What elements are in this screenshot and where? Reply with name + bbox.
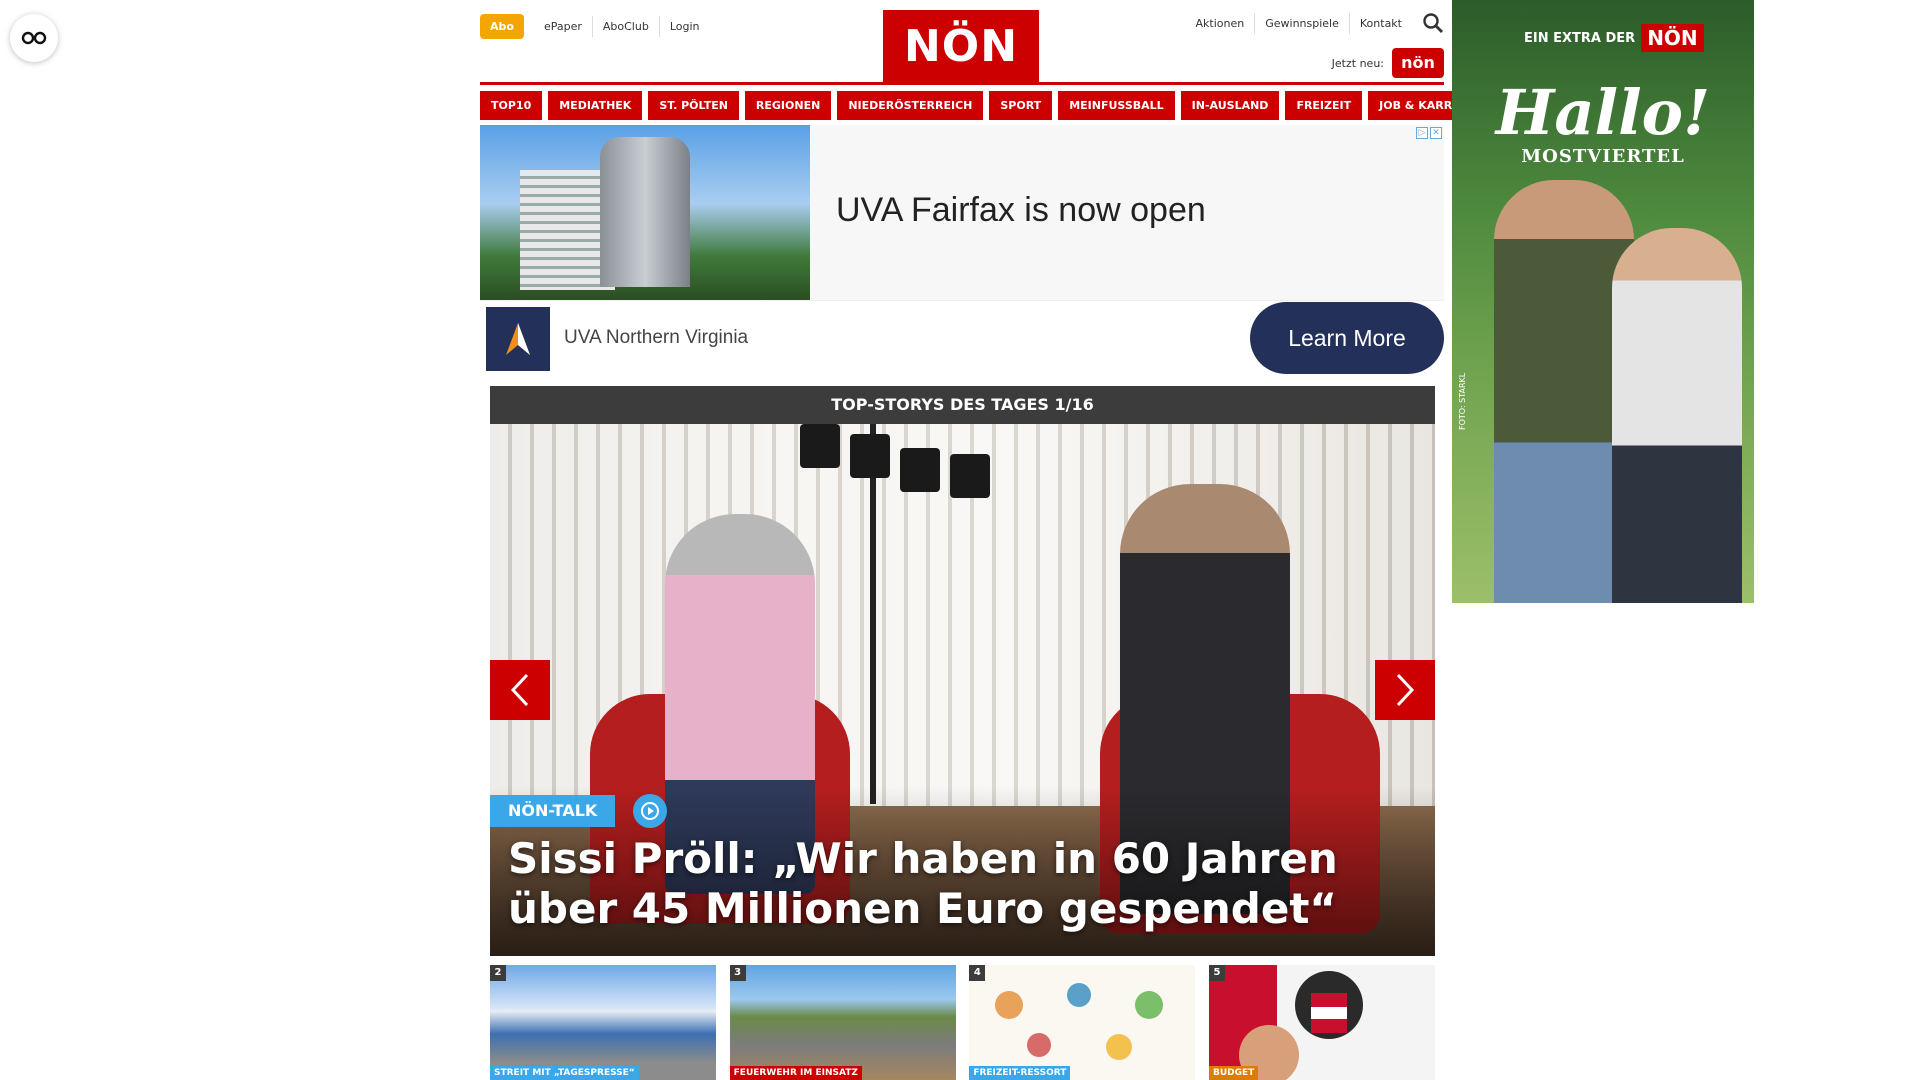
chevron-left-icon — [510, 673, 529, 707]
side-ad-brand: NÖN — [1641, 24, 1704, 52]
hero-lamp-shades — [800, 424, 1020, 498]
main-page: Abo ePaper AboClub Login NÖN Aktionen Ge… — [480, 0, 1491, 1080]
category-badge[interactable]: NÖN-TALK — [490, 795, 616, 827]
teaser-tag: STREIT MIT „TAGESPRESSE“ — [490, 1066, 639, 1080]
ad-footer: UVA Northern Virginia Learn More — [480, 300, 1444, 374]
adchoices[interactable]: ▷ ✕ — [1416, 127, 1442, 139]
side-ad-photo-credit: FOTO: STARKL — [1458, 372, 1467, 430]
login-link[interactable]: Login — [658, 16, 710, 37]
ad-image[interactable] — [480, 125, 810, 300]
kontakt-link[interactable]: Kontakt — [1348, 12, 1412, 34]
jetzt-neu-label: Jetzt neu: — [1331, 56, 1384, 70]
teaser-card[interactable]: 5 BUDGET — [1208, 965, 1435, 1080]
nav-item-sport[interactable]: SPORT — [989, 91, 1053, 120]
sidebar-ad[interactable]: EIN EXTRA DER NÖN Hallo! MOSTVIERTEL FOT… — [1452, 0, 1754, 603]
header-divider — [480, 82, 1444, 85]
reader-mode-button[interactable] — [10, 14, 58, 62]
ad-logo[interactable] — [486, 307, 550, 371]
teaser-tag: FREIZEIT-RESSORT — [969, 1066, 1071, 1080]
gewinnspiele-link[interactable]: Gewinnspiele — [1254, 12, 1349, 34]
teaser-number: 4 — [969, 965, 986, 981]
teaser-card[interactable]: 4 FREIZEIT-RESSORT — [969, 965, 1196, 1080]
side-ad-subtitle: MOSTVIERTEL — [1521, 146, 1685, 167]
site-logo[interactable]: NÖN — [883, 10, 1039, 84]
teaser-number: 5 — [1208, 965, 1225, 981]
slider-next-button[interactable] — [1375, 660, 1435, 720]
video-play-button[interactable] — [633, 794, 668, 828]
teaser-row: 2 STREIT MIT „TAGESPRESSE“ 3 FEUERWEHR I… — [490, 965, 1435, 1080]
jetzt-neu-badge[interactable]: nön — [1392, 48, 1444, 78]
side-ad-extra-label: EIN EXTRA DER NÖN — [1524, 24, 1704, 52]
side-ad-extra-text: EIN EXTRA DER — [1524, 30, 1636, 46]
top-stories-header: TOP-STORYS DES TAGES 1/16 — [490, 386, 1435, 424]
ad-brand[interactable]: UVA Northern Virginia — [564, 327, 748, 349]
aboclub-link[interactable]: AboClub — [591, 16, 659, 37]
adchoices-icon[interactable]: ▷ — [1416, 127, 1428, 139]
teaser-illustration — [995, 983, 1164, 1060]
slider-prev-button[interactable] — [490, 660, 550, 720]
nav-item-regionen[interactable]: REGIONEN — [744, 91, 832, 120]
banner-ad[interactable]: ▷ ✕ UVA Fairfax is now open UVA Northern… — [480, 125, 1444, 374]
teaser-number: 3 — [729, 965, 746, 981]
search-icon[interactable] — [1422, 12, 1444, 34]
chevron-right-icon — [1396, 673, 1415, 707]
main-nav: TOP10 MEDIATHEK ST. PÖLTEN REGIONEN NIED… — [480, 91, 1491, 120]
nav-item-st-poelten[interactable]: ST. PÖLTEN — [648, 91, 739, 120]
top-right-links: Aktionen Gewinnspiele Kontakt — [1186, 12, 1444, 34]
nav-item-mediathek[interactable]: MEDIATHEK — [548, 91, 643, 120]
play-icon — [641, 802, 660, 820]
hero-badge-row: NÖN-TALK — [490, 794, 668, 828]
teaser-eagle-illustration — [1238, 971, 1363, 1080]
side-ad-title: Hallo! — [1495, 76, 1711, 149]
teaser-card[interactable]: 3 FEUERWEHR IM EINSATZ — [729, 965, 956, 1080]
hero-image[interactable]: NÖN-TALK Sissi Pröll: „Wir haben in 60 J… — [490, 424, 1435, 956]
aktionen-link[interactable]: Aktionen — [1186, 13, 1255, 34]
header: Abo ePaper AboClub Login NÖN Aktionen Ge… — [480, 0, 1444, 85]
top-left-links: Abo ePaper AboClub Login — [480, 14, 710, 39]
ad-building-tower — [600, 137, 690, 287]
teaser-tag: FEUERWEHR IM EINSATZ — [729, 1066, 862, 1080]
jetzt-neu: Jetzt neu: nön — [1332, 48, 1444, 78]
teaser-tag: BUDGET — [1208, 1066, 1259, 1080]
abo-button[interactable]: Abo — [480, 14, 524, 39]
nav-item-niederoesterreich[interactable]: NIEDERÖSTERREICH — [837, 91, 984, 120]
uva-logo-icon — [506, 323, 530, 355]
epaper-link[interactable]: ePaper — [534, 16, 592, 37]
glasses-icon — [21, 31, 47, 45]
nav-item-in-ausland[interactable]: IN-AUSLAND — [1180, 91, 1280, 120]
ad-close-icon[interactable]: ✕ — [1430, 127, 1442, 139]
learn-more-button[interactable]: Learn More — [1250, 302, 1444, 374]
top-stories-slider: TOP-STORYS DES TAGES 1/16 NÖN-TALK Sissi… — [490, 386, 1435, 956]
teaser-card[interactable]: 2 STREIT MIT „TAGESPRESSE“ — [490, 965, 716, 1080]
hero-title[interactable]: Sissi Pröll: „Wir haben in 60 Jahren übe… — [508, 834, 1418, 934]
ad-headline[interactable]: UVA Fairfax is now open — [836, 191, 1206, 230]
teaser-number: 2 — [490, 965, 506, 981]
side-ad-person-right — [1612, 228, 1742, 603]
nav-item-top10[interactable]: TOP10 — [480, 91, 543, 120]
nav-item-freizeit[interactable]: FREIZEIT — [1285, 91, 1363, 120]
nav-item-meinfussball[interactable]: MEINFUSSBALL — [1058, 91, 1175, 120]
